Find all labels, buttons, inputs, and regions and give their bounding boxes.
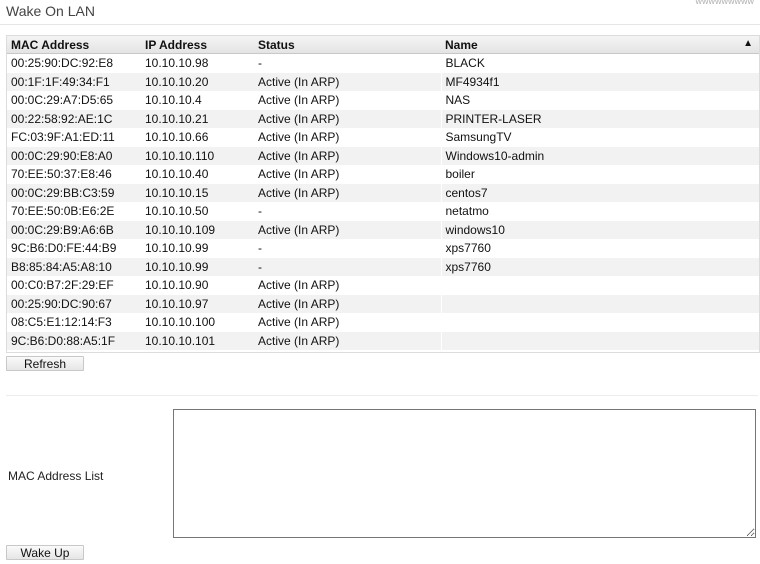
ip-cell: 10.10.10.97 — [141, 294, 254, 313]
table-header-row: MAC Address IP Address Status Name ▲ — [7, 36, 759, 54]
name-cell: NAS — [440, 91, 759, 110]
status-cell: Active (In ARP) — [254, 331, 441, 350]
name-cell: BLACK — [440, 53, 759, 73]
status-cell: - — [258, 204, 262, 219]
mac-cell: 00:25:90:DC:90:67 — [7, 294, 141, 313]
wol-table-container: MAC Address IP Address Status Name ▲ 00:… — [6, 35, 760, 353]
name-cell: PRINTER-LASER — [440, 109, 759, 128]
name-cell: centos7 — [440, 183, 759, 202]
status-cell: Active (In ARP) — [254, 146, 441, 165]
ip-cell: 10.10.10.99 — [145, 241, 209, 256]
status-cell: Active (In ARP) — [254, 72, 441, 91]
table-row[interactable]: 9C:B6:D0:FE:44:B9 10.10.10.99 - xps7760 — [7, 239, 759, 258]
status-cell: Active (In ARP) — [258, 278, 340, 293]
wol-table: MAC Address IP Address Status Name ▲ 00:… — [7, 36, 759, 350]
status-cell: Active (In ARP) — [254, 109, 441, 128]
table-row[interactable]: 00:0C:29:A7:D5:65 10.10.10.4 Active (In AR… — [7, 91, 759, 110]
name-cell: windows10 — [440, 220, 759, 239]
mac-cell: 70:EE:50:37:E8:46 — [11, 167, 112, 182]
table-row[interactable]: FC:03:9F:A1:ED:11 10.10.10.66 Active (In A… — [7, 128, 759, 147]
mac-address-list-input[interactable] — [173, 409, 756, 538]
status-cell: Active (In ARP) — [254, 183, 441, 202]
mac-cell: 00:22:58:92:AE:1C — [7, 109, 141, 128]
column-header-name[interactable]: Name ▲ — [441, 36, 759, 54]
table-row[interactable]: 00:C0:B7:2F:29:EF 10.10.10.90 Active (In A… — [7, 276, 759, 295]
table-row[interactable]: B8:85:84:A5:A8:10 10.10.10.99- xps7760 — [7, 257, 759, 276]
table-row[interactable]: 00:0C:29:BB:C3:59 10.10.10.15 Active (In A… — [7, 183, 759, 202]
ip-cell: 10.10.10.4 — [145, 93, 202, 108]
mac-cell: 00:0C:29:90:E8:A0 — [7, 146, 141, 165]
ip-cell: 10.10.10.40 — [145, 167, 209, 182]
mac-cell: 9C:B6:D0:FE:44:B9 — [11, 241, 117, 256]
status-cell: Active (In ARP) — [258, 93, 340, 108]
mac-cell: 00:1F:1F:49:34:F1 — [7, 72, 141, 91]
column-header-status[interactable]: Status — [254, 36, 441, 54]
section-divider — [6, 395, 758, 396]
status-cell: Active (In ARP) — [258, 315, 340, 330]
ip-cell: 10.10.10.99 — [141, 257, 254, 276]
table-row[interactable]: 08:C5:E1:12:14:F3 10.10.10.100 Active (In … — [7, 313, 759, 332]
ip-cell: 10.10.10.90 — [145, 278, 209, 293]
name-cell — [440, 294, 759, 313]
ip-cell: 10.10.10.110 — [141, 146, 254, 165]
status-cell: - — [254, 257, 441, 276]
table-row[interactable]: 70:EE:50:0B:E6:2E 10.10.10.50 - netatmo — [7, 202, 759, 221]
column-header-mac[interactable]: MAC Address — [7, 36, 141, 54]
column-header-name-label: Name — [445, 37, 478, 52]
sort-ascending-icon: ▲ — [743, 38, 753, 49]
mac-cell: 70:EE:50:0B:E6:2E — [11, 204, 115, 219]
table-row[interactable]: 00:0C:29:B9:A6:6B 10.10.10.109 Active (In … — [7, 220, 759, 239]
table-row[interactable]: 9C:B6:D0:88:A5:1F 10.10.10.101 Active (In … — [7, 331, 759, 350]
mac-cell: FC:03:9F:A1:ED:11 — [11, 130, 115, 145]
table-row[interactable]: 70:EE:50:37:E8:46 10.10.10.40 Active (In A… — [7, 165, 759, 184]
ip-cell: 10.10.10.15 — [141, 183, 254, 202]
status-cell: Active (In ARP) — [258, 167, 340, 182]
name-cell: SamsungTV — [440, 128, 759, 147]
ip-cell: 10.10.10.66 — [145, 130, 209, 145]
mac-cell: 9C:B6:D0:88:A5:1F — [7, 331, 141, 350]
refresh-button[interactable]: Refresh — [6, 356, 84, 371]
ip-cell: 10.10.10.100 — [145, 315, 216, 330]
ip-cell: 10.10.10.50 — [145, 204, 209, 219]
table-row[interactable]: 00:1F:1F:49:34:F1 10.10.10.20 Active (In A… — [7, 72, 759, 91]
name-cell — [440, 276, 759, 295]
ip-cell: 10.10.10.109 — [141, 220, 254, 239]
table-row[interactable]: 00:0C:29:90:E8:A0 10.10.10.110 Active (In … — [7, 146, 759, 165]
ip-cell: 10.10.10.101 — [141, 331, 254, 350]
ip-cell: 10.10.10.98 — [145, 56, 209, 71]
status-cell: - — [258, 56, 262, 71]
mac-cell: 00:25:90:DC:92:E8 — [11, 56, 114, 71]
mac-cell: 00:0C:29:B9:A6:6B — [7, 220, 141, 239]
column-header-ip[interactable]: IP Address — [141, 36, 254, 54]
status-cell: Active (In ARP) — [254, 294, 441, 313]
title-bar: Wake On LAN wwwwwwwww — [0, 0, 760, 25]
mac-address-list-label: MAC Address List — [8, 469, 104, 483]
mac-cell: 00:0C:29:BB:C3:59 — [7, 183, 141, 202]
status-cell: Active (In ARP) — [258, 130, 340, 145]
mac-cell: B8:85:84:A5:A8:10 — [7, 257, 141, 276]
table-row[interactable]: 00:25:90:DC:92:E8 10.10.10.98 - BLACK — [7, 53, 759, 73]
name-cell: boiler — [440, 165, 759, 184]
corner-text: wwwwwwwww — [695, 0, 755, 6]
table-row[interactable]: 00:25:90:DC:90:67 10.10.10.97 Active (In A… — [7, 294, 759, 313]
table-row[interactable]: 00:22:58:92:AE:1C 10.10.10.21 Active (In A… — [7, 109, 759, 128]
name-cell: netatmo — [440, 202, 759, 221]
name-cell — [440, 313, 759, 332]
wake-up-button[interactable]: Wake Up — [6, 545, 84, 560]
status-cell: - — [258, 241, 262, 256]
name-cell: xps7760 — [440, 257, 759, 276]
status-cell: Active (In ARP) — [254, 220, 441, 239]
page-title: Wake On LAN — [6, 3, 95, 19]
mac-cell: 08:C5:E1:12:14:F3 — [11, 315, 112, 330]
ip-cell: 10.10.10.20 — [141, 72, 254, 91]
mac-cell: 00:0C:29:A7:D5:65 — [11, 93, 114, 108]
ip-cell: 10.10.10.21 — [141, 109, 254, 128]
name-cell: xps7760 — [440, 239, 759, 258]
mac-cell: 00:C0:B7:2F:29:EF — [11, 278, 114, 293]
name-cell — [440, 331, 759, 350]
name-cell: Windows10-admin — [440, 146, 759, 165]
name-cell: MF4934f1 — [440, 72, 759, 91]
